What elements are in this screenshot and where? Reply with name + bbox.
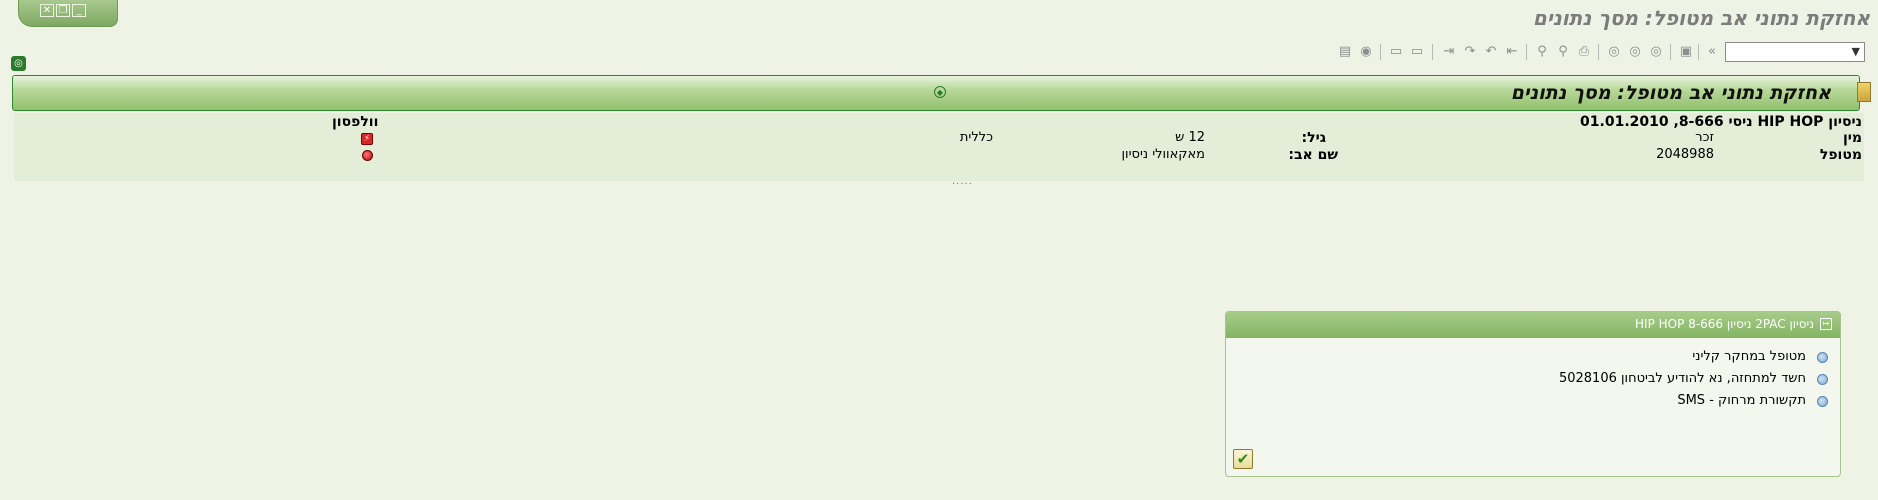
layout-icon[interactable]: ▤	[1337, 44, 1353, 60]
patient-number: 2048988	[1656, 147, 1714, 162]
checkmark-icon: ✔	[1236, 450, 1250, 468]
first-page-icon[interactable]: ⇤	[1504, 44, 1520, 60]
popup-window-icon[interactable]: ↦	[1820, 318, 1832, 330]
prev-page-icon[interactable]: ↶	[1483, 44, 1499, 60]
status-red-icon[interactable]	[362, 150, 373, 161]
list-item: תקשורת מרחוק - SMS	[1268, 392, 1828, 412]
alert-flag-icon[interactable]: ⚡	[361, 133, 373, 145]
collapse-icon[interactable]: «	[1704, 44, 1720, 60]
popup-footer-divider	[1226, 438, 1840, 439]
list-item-label: תקשורת מרחוק - SMS	[1677, 393, 1806, 408]
list-item-label: חשד למתחזה, נא להודיע לביטחון 5028106	[1558, 371, 1806, 386]
list-item: מטופל במחקר קליני	[1268, 348, 1828, 368]
father-value: מאקאוולי ניסיון	[1121, 147, 1205, 162]
cancel-icon[interactable]: ◎	[1606, 44, 1622, 60]
patient-surname: וולפסון	[332, 114, 379, 130]
chevron-down-icon[interactable]: ▼	[1852, 45, 1860, 58]
find-icon[interactable]: ⚲	[1555, 44, 1571, 60]
list-item: חשד למתחזה, נא להודיע לביטחון 5028106	[1268, 370, 1828, 390]
popup-header: ↦ ניסיון 2PAC ניסיון 8-666 HIP HOP	[1226, 312, 1840, 338]
new-session-icon[interactable]: ▭	[1409, 44, 1425, 60]
popup-title: ניסיון 2PAC ניסיון 8-666 HIP HOP	[1635, 317, 1814, 331]
title-banner: אחזקת נתוני אב מטופל: מסך נתונים ◆	[12, 75, 1860, 111]
back-icon[interactable]: ◎	[1648, 44, 1664, 60]
command-field[interactable]: ▼	[1725, 42, 1865, 62]
side-toggle-icon[interactable]	[1857, 82, 1871, 102]
next-page-icon[interactable]: ↷	[1462, 44, 1478, 60]
gender-value: זכר	[1695, 130, 1714, 145]
age-value: 12 ש	[1175, 130, 1205, 145]
exit-icon[interactable]: ◎	[1627, 44, 1643, 60]
list-item-label: מטופל במחקר קליני	[1692, 349, 1806, 364]
close-icon[interactable]: ✕	[40, 4, 54, 17]
center-target-icon: ◆	[934, 86, 946, 98]
save-icon[interactable]: ▣	[1678, 44, 1694, 60]
minimize-icon[interactable]: _	[72, 4, 86, 17]
patient-label: מטופל	[1819, 147, 1862, 163]
age-label: גיל:	[1301, 130, 1326, 146]
patient-name: ניסיון HIP HOP ניסי 8-666, 01.01.2010	[1580, 114, 1862, 130]
window-controls-tab: ✕ ❐ _	[18, 0, 118, 27]
father-label: שם אב:	[1288, 147, 1338, 163]
window-title: אחזקת נתוני אב מטופל: מסך נתונים	[1532, 6, 1870, 30]
bullet-icon	[1817, 352, 1828, 363]
restore-icon[interactable]: ❐	[56, 4, 70, 17]
page-title: אחזקת נתוני אב מטופל: מסך נתונים	[1510, 82, 1831, 104]
target-icon[interactable]: ◎	[11, 56, 26, 71]
bullet-icon	[1817, 396, 1828, 407]
shortcut-icon[interactable]: ▭	[1388, 44, 1404, 60]
gender-label: מין	[1842, 130, 1862, 146]
last-page-icon[interactable]: ⇥	[1441, 44, 1457, 60]
help-icon[interactable]: ◉	[1358, 44, 1374, 60]
patient-alerts-popup: ↦ ניסיון 2PAC ניסיון 8-666 HIP HOP מטופל…	[1225, 311, 1841, 477]
bullet-icon	[1817, 374, 1828, 385]
patient-header: ניסיון HIP HOP ניסי 8-666, 01.01.2010 וו…	[14, 113, 1864, 181]
ok-button[interactable]: ✔	[1233, 449, 1253, 469]
insurer-value: כללית	[959, 130, 993, 145]
print-icon[interactable]: ⎙	[1576, 44, 1592, 60]
find-next-icon[interactable]: ⚲	[1534, 44, 1550, 60]
